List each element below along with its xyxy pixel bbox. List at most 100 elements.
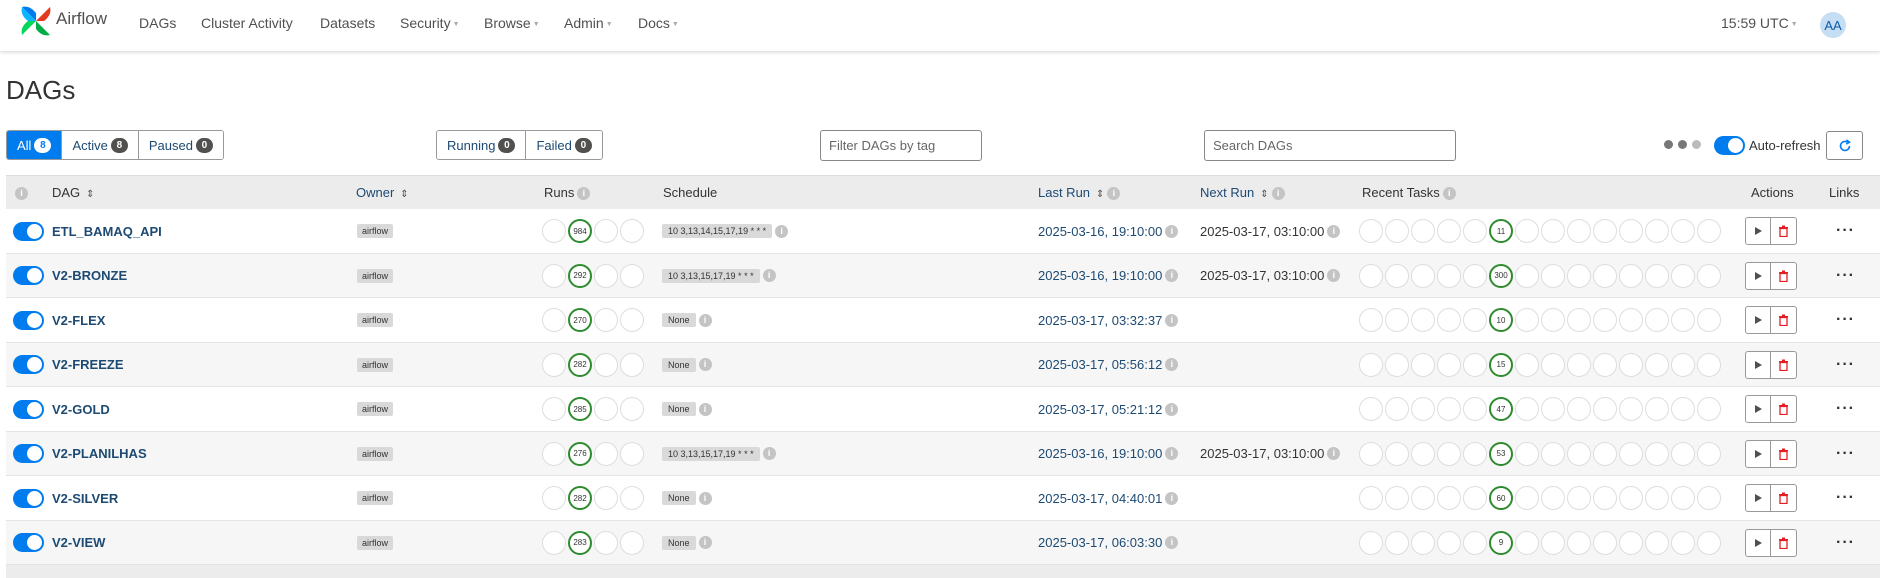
nav-dags[interactable]: DAGs [139, 15, 176, 31]
run-state-running[interactable] [594, 352, 618, 377]
run-state-queued[interactable] [542, 397, 566, 421]
task-state[interactable] [1593, 263, 1617, 288]
task-state[interactable] [1671, 308, 1695, 332]
task-state[interactable] [1385, 352, 1409, 377]
info-icon[interactable]: i [1165, 269, 1179, 282]
trigger-dag-button[interactable] [1745, 484, 1771, 512]
task-state[interactable] [1619, 352, 1643, 377]
dag-pause-toggle[interactable] [13, 533, 44, 552]
filter-failed-button[interactable]: Failed 0 [526, 131, 602, 159]
task-state[interactable] [1567, 397, 1591, 421]
info-icon[interactable]: i [1165, 402, 1179, 416]
run-state-success[interactable]: 270 [568, 308, 592, 332]
task-state[interactable] [1593, 397, 1617, 421]
brand-logo[interactable]: Airflow [18, 3, 107, 39]
nav-cluster-activity[interactable]: Cluster Activity [201, 15, 293, 31]
more-links-icon[interactable]: ··· [1836, 356, 1855, 374]
run-state-failed[interactable] [620, 441, 644, 466]
task-state[interactable] [1567, 530, 1591, 555]
delete-dag-button[interactable] [1771, 306, 1797, 334]
task-state[interactable] [1645, 263, 1669, 288]
run-state-failed[interactable] [620, 352, 644, 377]
task-state[interactable] [1541, 397, 1565, 421]
task-state[interactable] [1697, 486, 1721, 510]
task-state[interactable] [1541, 263, 1565, 288]
run-state-queued[interactable] [542, 486, 566, 510]
nav-security[interactable]: Security ▼ [400, 15, 460, 31]
run-state-running[interactable] [594, 530, 618, 555]
task-state-success[interactable]: 11 [1489, 219, 1513, 243]
last-run-link[interactable]: 2025-03-17, 03:32:37 [1038, 313, 1162, 328]
nav-browse[interactable]: Browse ▼ [484, 15, 540, 31]
dag-link[interactable]: V2-VIEW [52, 535, 105, 550]
schedule-tag[interactable]: 10 3,13,14,15,17,19 * * * [662, 224, 773, 238]
task-state[interactable] [1437, 441, 1461, 466]
filter-active-button[interactable]: Active 8 [62, 131, 139, 159]
info-icon[interactable]: i [698, 313, 712, 327]
info-icon[interactable]: i [1165, 447, 1179, 460]
task-state[interactable] [1385, 263, 1409, 288]
task-state[interactable] [1697, 530, 1721, 555]
task-state[interactable] [1697, 441, 1721, 466]
task-state[interactable] [1593, 219, 1617, 243]
info-icon[interactable]: i [698, 491, 712, 505]
nav-admin[interactable]: Admin ▼ [564, 15, 613, 31]
run-state-success[interactable]: 285 [568, 397, 592, 421]
task-state[interactable] [1593, 352, 1617, 377]
user-avatar[interactable]: AA [1820, 12, 1846, 38]
col-next-run[interactable]: Next Run ⇕ i [1200, 185, 1285, 201]
run-state-failed[interactable] [620, 263, 644, 288]
task-state[interactable] [1619, 397, 1643, 421]
run-state-success[interactable]: 276 [568, 441, 592, 466]
run-state-failed[interactable] [620, 308, 644, 332]
task-state[interactable] [1463, 441, 1487, 466]
dag-pause-toggle[interactable] [13, 488, 44, 508]
last-run-link[interactable]: 2025-03-17, 04:40:01 [1038, 491, 1162, 506]
delete-dag-button[interactable] [1771, 528, 1797, 557]
task-state[interactable] [1541, 441, 1565, 466]
last-run-link[interactable]: 2025-03-16, 19:10:00 [1038, 224, 1162, 239]
delete-dag-button[interactable] [1771, 261, 1797, 290]
task-state-success[interactable]: 47 [1489, 397, 1513, 421]
task-state[interactable] [1463, 397, 1487, 421]
delete-dag-button[interactable] [1771, 439, 1797, 468]
owner-tag[interactable]: airflow [357, 402, 394, 416]
dag-link[interactable]: V2-SILVER [52, 491, 118, 506]
task-state[interactable] [1619, 219, 1643, 243]
run-state-success[interactable]: 292 [568, 263, 592, 288]
task-state[interactable] [1567, 441, 1591, 466]
schedule-tag[interactable]: None [662, 491, 696, 505]
task-state[interactable] [1359, 219, 1383, 243]
dag-pause-toggle[interactable] [13, 221, 44, 241]
more-links-icon[interactable]: ··· [1836, 400, 1855, 418]
more-links-icon[interactable]: ··· [1836, 534, 1855, 552]
task-state[interactable] [1697, 219, 1721, 243]
task-state[interactable] [1385, 441, 1409, 466]
run-state-queued[interactable] [542, 263, 566, 288]
filter-all-button[interactable]: All 8 [7, 131, 63, 159]
schedule-tag[interactable]: None [662, 313, 696, 327]
task-state[interactable] [1671, 486, 1695, 510]
task-state[interactable] [1515, 530, 1539, 555]
task-state[interactable] [1437, 263, 1461, 288]
filter-running-button[interactable]: Running 0 [437, 131, 527, 159]
schedule-tag[interactable]: 10 3,13,15,17,19 * * * [662, 446, 760, 461]
info-icon[interactable]: i [1327, 269, 1341, 282]
dag-pause-toggle[interactable] [13, 266, 44, 285]
task-state[interactable] [1567, 352, 1591, 377]
owner-tag[interactable]: airflow [357, 268, 394, 283]
task-state[interactable] [1463, 530, 1487, 555]
task-state[interactable] [1437, 219, 1461, 243]
task-state[interactable] [1697, 263, 1721, 288]
run-state-queued[interactable] [542, 219, 566, 243]
info-icon[interactable]: i [1165, 224, 1179, 238]
owner-tag[interactable]: airflow [357, 224, 394, 238]
task-state[interactable] [1437, 308, 1461, 332]
info-icon[interactable]: i [1165, 491, 1179, 505]
more-links-icon[interactable]: ··· [1836, 311, 1855, 329]
nav-docs[interactable]: Docs ▼ [638, 15, 679, 31]
dag-link[interactable]: V2-FLEX [52, 313, 105, 328]
task-state[interactable] [1515, 486, 1539, 510]
task-state[interactable] [1697, 352, 1721, 377]
refresh-button[interactable] [1826, 131, 1863, 160]
